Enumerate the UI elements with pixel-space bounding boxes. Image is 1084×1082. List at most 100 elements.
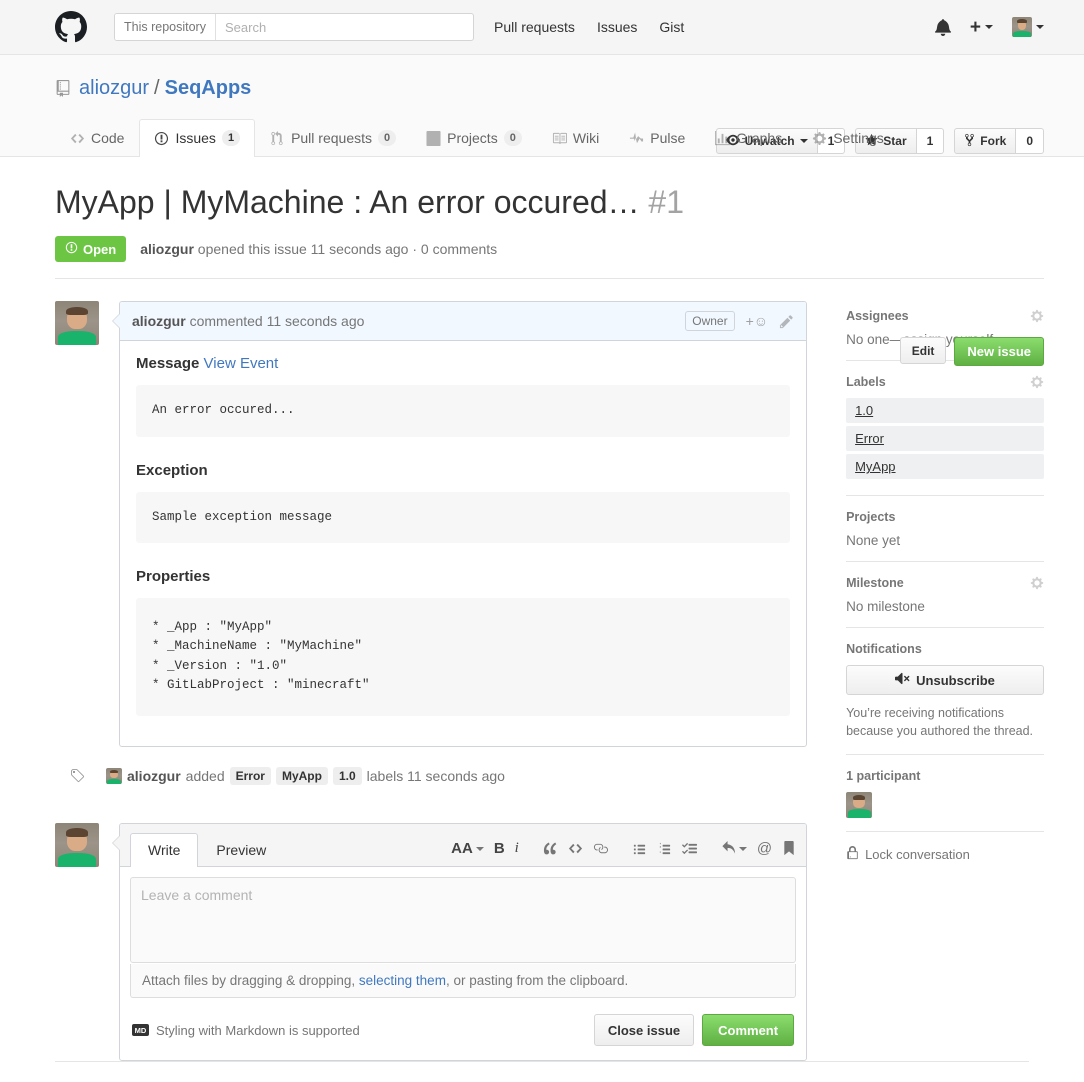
link-icon[interactable] xyxy=(593,841,608,856)
comment-timestamp: commented 11 seconds ago xyxy=(189,313,365,330)
fork-button[interactable]: Fork xyxy=(954,128,1017,154)
unsubscribe-button[interactable]: Unsubscribe xyxy=(846,665,1044,696)
milestone-title: Milestone xyxy=(846,576,904,591)
timeline-label-chip[interactable]: Error xyxy=(229,767,271,786)
comment-form-tabs: Write Preview AA B i @ xyxy=(120,824,807,868)
github-mark-icon[interactable] xyxy=(55,11,87,43)
saved-replies-icon[interactable] xyxy=(782,841,796,856)
issue-author[interactable]: aliozgur xyxy=(140,241,194,257)
task-list-icon[interactable] xyxy=(681,841,697,856)
tab-graphs-label: Graphs xyxy=(736,130,783,147)
message-code-block: An error occured... xyxy=(136,385,791,437)
reply-icon[interactable] xyxy=(721,841,747,856)
lock-conversation-button[interactable]: Lock conversation xyxy=(846,845,1044,863)
tab-wiki[interactable]: Wiki xyxy=(537,119,614,157)
search-box[interactable]: This repository xyxy=(114,13,474,41)
code-icon[interactable] xyxy=(568,841,583,856)
gear-icon[interactable] xyxy=(1030,309,1044,323)
issue-sidebar: Assignees No one—assign yourself Labels … xyxy=(846,301,1044,1061)
italic-icon[interactable]: i xyxy=(515,840,519,857)
search-input[interactable] xyxy=(215,14,473,40)
git-pull-request-icon xyxy=(270,130,285,146)
avatar[interactable] xyxy=(106,768,122,785)
edit-button[interactable]: Edit xyxy=(899,337,947,365)
pulse-icon xyxy=(629,131,644,146)
repo-name-link[interactable]: SeqApps xyxy=(165,77,252,100)
comment-input[interactable] xyxy=(130,877,797,964)
sidebar-label-item[interactable]: Error xyxy=(846,426,1044,452)
issue-meta-text: aliozgur opened this issue 11 seconds ag… xyxy=(140,241,497,257)
tab-issues[interactable]: Issues 1 xyxy=(139,119,256,158)
avatar[interactable] xyxy=(55,301,99,346)
unordered-list-icon[interactable] xyxy=(632,841,647,856)
tab-pulse-label: Pulse xyxy=(650,130,686,147)
gear-icon[interactable] xyxy=(1030,576,1044,590)
issue-discussion-column: aliozgur commented 11 seconds ago Owner … xyxy=(55,301,808,1062)
markdown-note-text: Styling with Markdown is supported xyxy=(156,1022,360,1038)
timeline-actor[interactable]: aliozgur xyxy=(127,768,181,784)
nav-gist[interactable]: Gist xyxy=(659,19,684,35)
toolbar-group-text: AA B i xyxy=(451,840,519,857)
markdown-toolbar: AA B i @ xyxy=(427,840,796,866)
new-comment-form: Write Preview AA B i @ Leave a comment A… xyxy=(55,823,808,1062)
bell-icon[interactable] xyxy=(935,18,951,36)
page-title: MyApp | MyMachine : An error occured… #1 xyxy=(55,182,1044,222)
tab-settings[interactable]: Settings xyxy=(797,119,899,157)
nav-pull-requests[interactable]: Pull requests xyxy=(494,19,575,35)
ordered-list-icon[interactable] xyxy=(657,841,672,856)
gear-icon[interactable] xyxy=(1030,375,1044,389)
tab-pull-requests[interactable]: Pull requests 0 xyxy=(255,119,411,157)
avatar[interactable] xyxy=(846,791,873,818)
repo-owner-link[interactable]: aliozgur xyxy=(79,77,149,100)
new-issue-button[interactable]: New issue xyxy=(954,337,1044,367)
mute-icon xyxy=(895,671,910,689)
gear-icon xyxy=(812,131,827,146)
sidebar-label-item[interactable]: 1.0 xyxy=(846,398,1044,424)
properties-code-block: * _App : "MyApp" * _MachineName : "MyMac… xyxy=(136,598,791,716)
close-issue-button[interactable]: Close issue xyxy=(593,1014,695,1047)
notifications-header: Notifications xyxy=(846,642,1044,656)
tab-code[interactable]: Code xyxy=(55,119,139,157)
tab-pulse[interactable]: Pulse xyxy=(614,119,700,157)
issue-header: MyApp | MyMachine : An error occured… #1… xyxy=(55,157,1044,367)
comment-body: Message View Event An error occured... E… xyxy=(120,341,806,746)
attach-files-bar[interactable]: Attach files by dragging & dropping, sel… xyxy=(130,964,797,999)
tab-write[interactable]: Write xyxy=(130,833,199,868)
timeline-event-text: aliozgur added Error MyApp 1.0 labels 11… xyxy=(106,767,505,786)
user-menu[interactable] xyxy=(1012,17,1044,37)
add-reaction-icon[interactable]: +☺ xyxy=(746,313,768,329)
quote-icon[interactable] xyxy=(543,841,558,856)
comment-button[interactable]: Comment xyxy=(702,1014,795,1047)
lock-conversation-label: Lock conversation xyxy=(865,846,970,862)
comment-author[interactable]: aliozgur xyxy=(132,313,186,329)
create-new-menu[interactable]: + xyxy=(970,18,993,37)
timeline-label-chip[interactable]: 1.0 xyxy=(332,767,362,786)
code-icon xyxy=(70,131,85,146)
nav-issues[interactable]: Issues xyxy=(597,19,637,35)
pencil-icon[interactable] xyxy=(779,314,794,329)
tab-projects[interactable]: Projects 0 xyxy=(411,119,537,157)
mention-icon[interactable]: @ xyxy=(757,840,772,857)
timeline-label-chip[interactable]: MyApp xyxy=(275,767,328,786)
owner-badge: Owner xyxy=(685,311,735,332)
tab-wiki-label: Wiki xyxy=(572,130,600,147)
select-files-link[interactable]: selecting them xyxy=(359,973,446,988)
sidebar-section-milestone: Milestone No milestone xyxy=(846,561,1044,627)
tag-icon xyxy=(64,763,90,790)
tab-settings-label: Settings xyxy=(833,130,884,147)
bold-icon[interactable]: B xyxy=(494,840,505,857)
comment-byline: aliozgur commented 11 seconds ago xyxy=(132,313,364,329)
view-event-link[interactable]: View Event xyxy=(204,355,279,372)
notifications-title: Notifications xyxy=(846,642,922,657)
tab-graphs[interactable]: Graphs xyxy=(700,119,797,157)
tab-preview[interactable]: Preview xyxy=(198,833,284,867)
sidebar-label-item[interactable]: MyApp xyxy=(846,454,1044,480)
project-icon xyxy=(426,130,441,146)
repo-book-icon xyxy=(55,80,71,97)
fork-icon xyxy=(964,133,975,150)
text-size-icon[interactable]: AA xyxy=(451,840,484,857)
fork-label: Fork xyxy=(980,134,1007,148)
status-badge-label: Open xyxy=(83,241,117,257)
star-count: 1 xyxy=(916,128,945,154)
comment-form-buttons: Close issue Comment xyxy=(593,1014,795,1047)
